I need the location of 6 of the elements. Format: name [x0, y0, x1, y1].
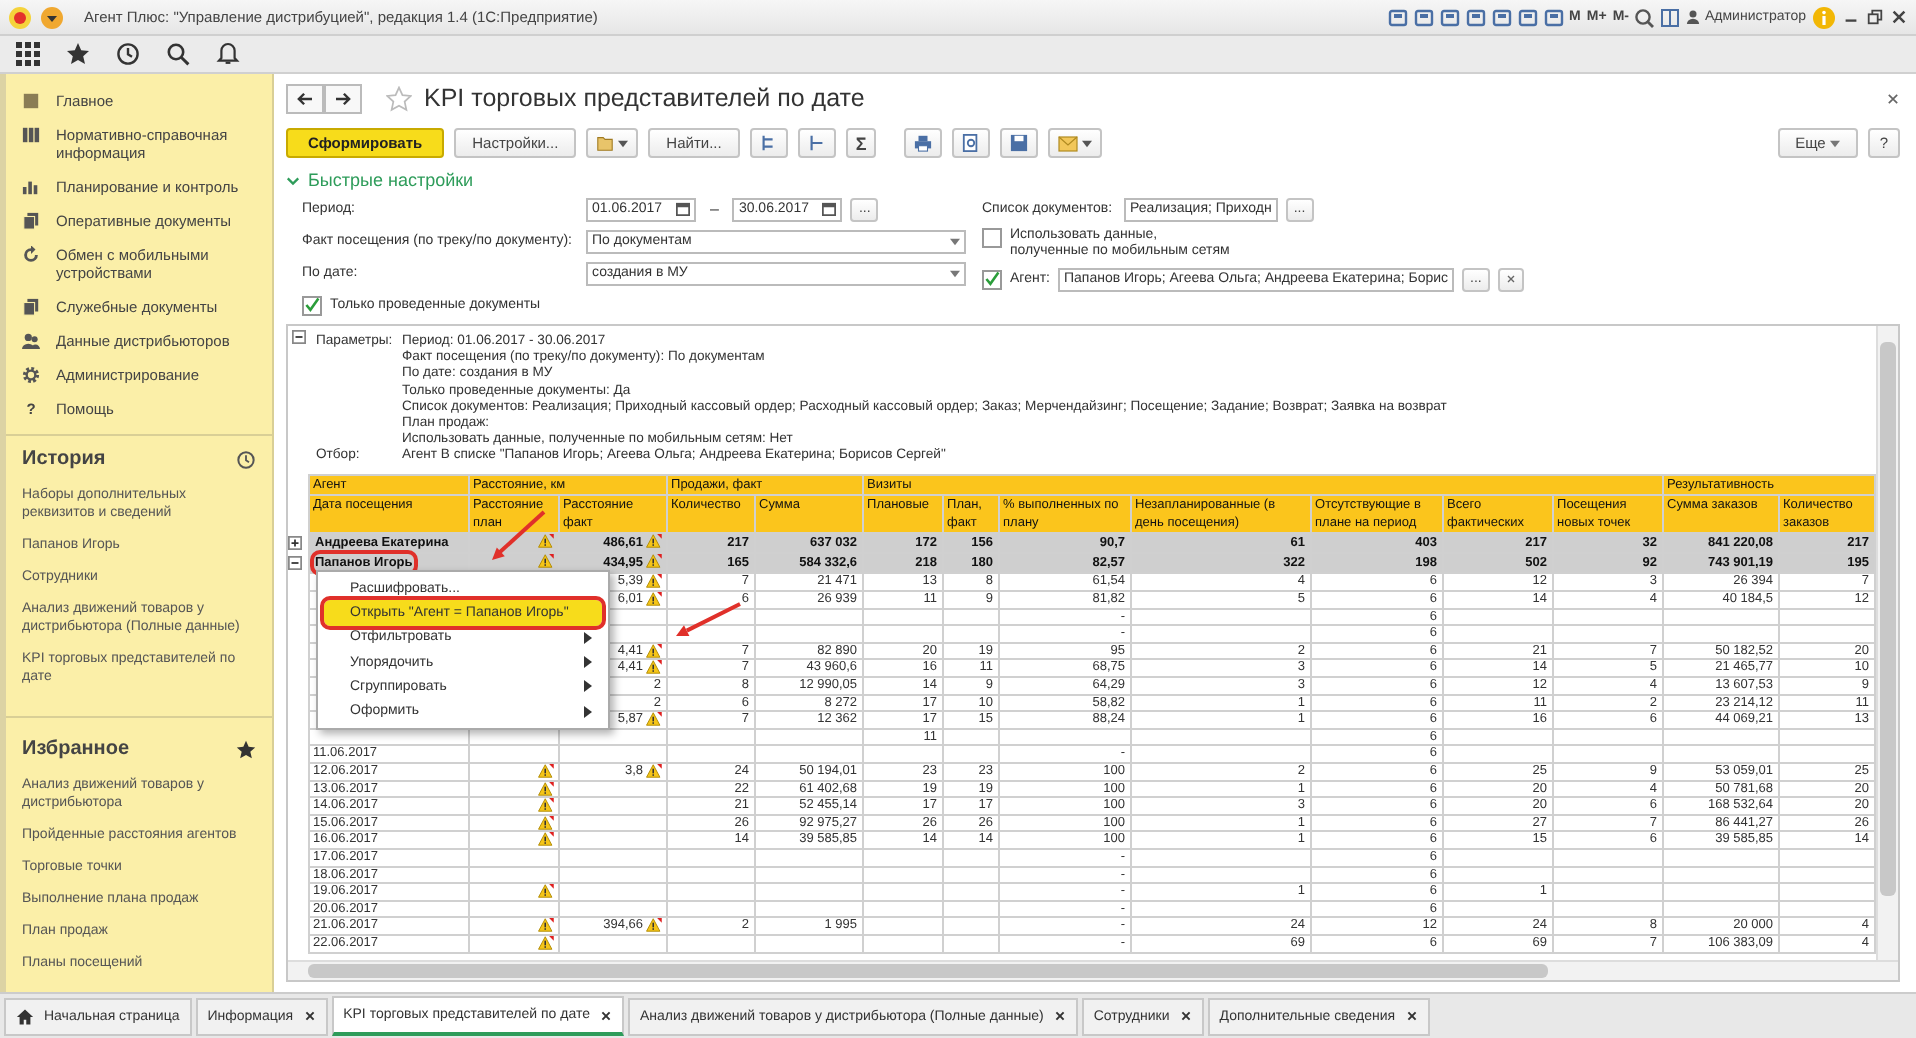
section-title: Избранное [22, 738, 130, 760]
range-separator: – [710, 200, 719, 218]
quick-settings-toggle[interactable]: Быстрые настройки [286, 170, 1900, 190]
section-title: История [22, 448, 106, 470]
sum-button[interactable]: Σ [845, 128, 877, 158]
page-title: KPI торговых представителей по дате [424, 84, 865, 112]
